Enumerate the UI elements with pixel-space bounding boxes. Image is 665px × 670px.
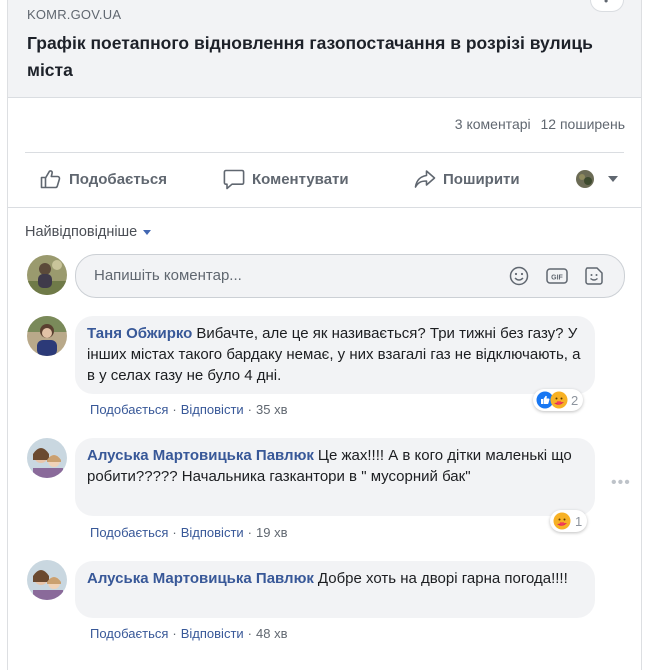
comment-author[interactable]: Таня Обжирко	[87, 325, 192, 342]
comment-composer[interactable]: GIF	[75, 254, 625, 298]
audience-selector[interactable]	[575, 160, 625, 198]
comment-reply-link[interactable]: Відповісти	[181, 525, 244, 540]
commenter-photo	[27, 438, 67, 478]
like-label: Подобається	[69, 170, 167, 188]
comment-icon	[223, 169, 245, 189]
sort-label: Найвідповідніше	[25, 224, 138, 240]
commenter-photo	[27, 560, 67, 600]
care-reaction-icon	[550, 391, 568, 409]
comment-like-link[interactable]: Подобається	[90, 626, 168, 641]
comment-input[interactable]	[92, 266, 496, 285]
comment-reply-link[interactable]: Відповісти	[181, 402, 244, 417]
caret-down-icon	[143, 229, 152, 235]
comment-timestamp[interactable]: 35 хв	[256, 402, 287, 417]
comment-bubble: Таня Обжирко Вибачте, але це як називаєть…	[75, 316, 595, 394]
care-reaction-icon	[553, 512, 571, 530]
share-arrow-icon	[414, 170, 436, 188]
comment-meta: Подобається · Відповісти · 19 хв	[90, 525, 288, 540]
post-stats: 3 коментарі 12 поширень	[449, 116, 625, 132]
commenter-avatar[interactable]	[27, 438, 67, 478]
comment-author[interactable]: Алуська Мартовицька Павлюк	[87, 570, 314, 587]
sticker-icon[interactable]	[584, 266, 604, 286]
separator-dot: ·	[172, 525, 177, 540]
chevron-down-icon	[608, 176, 618, 182]
emoji-icon[interactable]	[509, 266, 529, 286]
comment-timestamp[interactable]: 19 хв	[256, 525, 287, 540]
action-bar: Подобається Коментувати Поширити	[8, 160, 641, 198]
comment-meta: Подобається · Відповісти · 48 хв	[90, 626, 288, 641]
thumbs-up-icon	[40, 170, 61, 189]
share-label: Поширити	[443, 170, 520, 188]
separator-dot: ·	[172, 626, 177, 641]
comment-text: Добре хоть на дворі гарна погода!!!!	[317, 570, 568, 587]
comment-sort-dropdown[interactable]: Найвідповідніше	[25, 224, 152, 240]
divider	[8, 207, 641, 208]
comment-like-link[interactable]: Подобається	[90, 402, 168, 417]
comment-author[interactable]: Алуська Мартовицька Павлюк	[87, 447, 314, 464]
comment-like-link[interactable]: Подобається	[90, 525, 168, 540]
comment-meta: Подобається · Відповісти · 35 хв	[90, 402, 288, 417]
link-preview[interactable]: KOMR.GOV.UA Графік поетапного відновленн…	[8, 0, 641, 98]
like-button[interactable]: Подобається	[40, 160, 167, 198]
commenter-avatar[interactable]	[27, 560, 67, 600]
shares-count[interactable]: 12 поширень	[541, 116, 625, 132]
user-avatar-image	[27, 255, 67, 295]
reaction-summary[interactable]: 1	[550, 510, 588, 532]
more-icon: •	[604, 0, 609, 8]
separator-dot: ·	[172, 402, 177, 417]
reaction-summary[interactable]: 2	[533, 389, 584, 411]
divider	[25, 152, 624, 153]
separator-dot: ·	[247, 626, 253, 641]
comments-count[interactable]: 3 коментарі	[455, 116, 531, 132]
comment-bubble: Алуська Мартовицька Павлюк Добре хоть на …	[75, 561, 595, 618]
gif-icon[interactable]: GIF	[546, 266, 568, 286]
comment-reply-link[interactable]: Відповісти	[181, 626, 244, 641]
page-avatar-icon	[576, 170, 594, 188]
commenter-avatar[interactable]	[27, 316, 67, 356]
current-user-avatar[interactable]	[27, 255, 67, 295]
comment-options-icon[interactable]: •••	[611, 474, 631, 492]
svg-text:GIF: GIF	[551, 275, 563, 282]
comment-bubble: Алуська Мартовицька Павлюк Це жах!!!! А в…	[75, 438, 595, 516]
separator-dot: ·	[247, 525, 253, 540]
comment-label: Коментувати	[252, 170, 349, 188]
post-card: KOMR.GOV.UA Графік поетапного відновленн…	[7, 0, 642, 670]
commenter-photo	[27, 316, 67, 356]
link-domain: KOMR.GOV.UA	[27, 7, 122, 22]
separator-dot: ·	[247, 402, 253, 417]
reaction-count: 1	[575, 513, 583, 529]
comment-timestamp[interactable]: 48 хв	[256, 626, 287, 641]
link-title[interactable]: Графік поетапного відновлення газопостач…	[27, 30, 597, 84]
comment-button[interactable]: Коментувати	[223, 160, 349, 198]
share-button[interactable]: Поширити	[414, 160, 520, 198]
link-options-button[interactable]: •	[590, 0, 624, 12]
reaction-count: 2	[571, 392, 579, 408]
